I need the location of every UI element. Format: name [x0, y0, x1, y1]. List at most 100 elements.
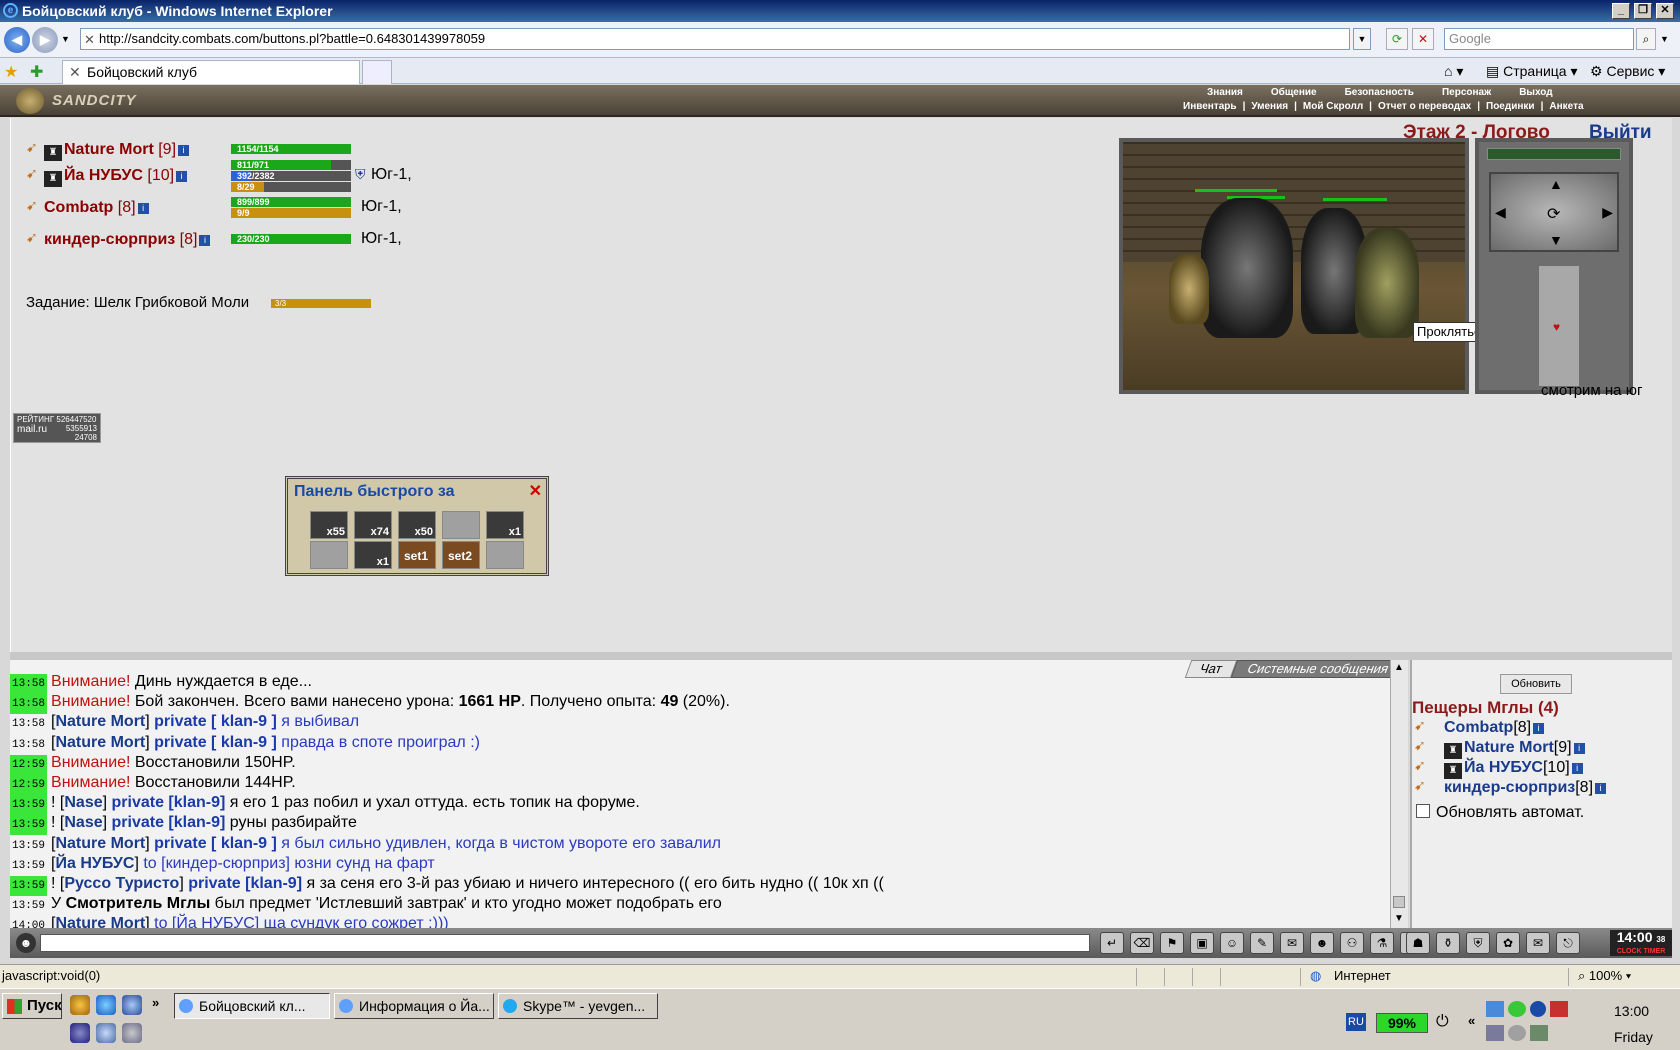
menu-item-4[interactable]: Выход [1516, 87, 1555, 98]
exit-icon[interactable]: ⎋ [1556, 932, 1580, 954]
drink-icon[interactable]: ⚗ [1370, 932, 1394, 954]
info-icon[interactable]: i [1595, 783, 1607, 794]
text-icon[interactable]: ✎ [1250, 932, 1274, 954]
refresh-button[interactable]: Обновить [1500, 674, 1572, 694]
enter-icon[interactable]: ↵ [1100, 932, 1124, 954]
close-button[interactable]: ✕ [1656, 3, 1674, 19]
move-forward-arrow-icon[interactable]: ▲ [1549, 176, 1563, 192]
menu-item-6[interactable]: Умения [1248, 101, 1291, 112]
maximize-button[interactable]: ❐ [1634, 3, 1652, 19]
move-back-arrow-icon[interactable]: ▼ [1549, 232, 1563, 248]
history-dropdown-icon[interactable]: ▼ [61, 34, 70, 44]
tab-system-messages[interactable]: Системные сообщения [1230, 660, 1400, 678]
tools-menu[interactable]: ⚙ Сервис ▾ [1590, 62, 1665, 80]
player-name[interactable]: киндер-сюрприз [1444, 779, 1575, 796]
party-member[interactable]: ➹ ♜ Йа НУБУС [10] i [26, 166, 188, 192]
quick-slot[interactable]: x74 [354, 511, 392, 539]
chat-nick[interactable]: Nase [64, 794, 102, 811]
quick-slot[interactable]: x55 [310, 511, 348, 539]
player-name[interactable]: Nature Mort [64, 141, 154, 158]
attack-icon[interactable]: ➹ [26, 230, 44, 244]
taskbar-item-combats[interactable]: Бойцовский кл... [174, 993, 330, 1019]
location-player[interactable]: ➹ ♜ Йа НУБУС[10] i [1414, 758, 1583, 779]
tray-device-icon[interactable] [1530, 1025, 1548, 1041]
chat-divider[interactable] [10, 652, 1672, 660]
attack-icon[interactable]: ➹ [1414, 718, 1432, 732]
home-icon[interactable]: ⌂ ▾ [1444, 62, 1463, 80]
menu-item-7[interactable]: Мой Скролл [1300, 101, 1366, 112]
url-dropdown-icon[interactable]: ▼ [1353, 28, 1371, 50]
player-name[interactable]: Йа НУБУС [64, 167, 143, 184]
chat-private-tag[interactable]: private [ klan-9 ] [154, 835, 277, 852]
chat-nick[interactable]: Nature Mort [55, 713, 145, 730]
scroll-thumb[interactable] [1393, 896, 1405, 908]
party-member[interactable]: ➹ ♜ Nature Mort [9] i [26, 140, 190, 166]
quick-slot[interactable] [442, 511, 480, 539]
search-input[interactable]: Google [1444, 28, 1634, 50]
shield-icon[interactable]: ⛨ [1466, 932, 1490, 954]
quick-slot[interactable]: x50 [398, 511, 436, 539]
save-icon[interactable]: ▣ [1190, 932, 1214, 954]
quick-slot[interactable]: x1 [354, 541, 392, 569]
location-player[interactable]: ➹ киндер-сюрприз[8] i [1414, 778, 1607, 798]
quicklaunch-desktop-icon[interactable] [122, 995, 142, 1015]
filter-icon[interactable]: ⚑ [1160, 932, 1184, 954]
info-icon[interactable]: i [178, 145, 190, 156]
info-icon[interactable]: i [1573, 743, 1585, 754]
emoticon-icon[interactable]: ☻ [1310, 932, 1334, 954]
network-icon[interactable] [1486, 1001, 1504, 1017]
chat-scrollbar[interactable]: ▲ ▼ [1390, 660, 1408, 928]
chat-private-tag[interactable]: private [ klan-9 ] [154, 734, 277, 751]
taskbar-item-skype[interactable]: Skype™ - yevgen... [498, 993, 658, 1019]
stop-icon[interactable]: ✕ [1412, 28, 1434, 50]
quicklaunch-save-icon[interactable] [70, 1023, 90, 1043]
chat-input[interactable] [40, 934, 1090, 952]
player-name[interactable]: Nature Mort [1464, 739, 1554, 756]
movement-compass[interactable]: ▲ ◀ ▶ ▼ ⟳ [1489, 172, 1619, 252]
player-name[interactable]: киндер-сюрприз [44, 231, 175, 248]
player-name[interactable]: Йа НУБУС [1464, 759, 1543, 776]
monster-creature[interactable] [1355, 228, 1419, 338]
auto-refresh-option[interactable]: Обновлять автомат. [1416, 804, 1584, 822]
minimize-button[interactable]: _ [1612, 3, 1630, 19]
smile-man-icon[interactable]: ☺ [1220, 932, 1244, 954]
favorites-star-icon[interactable]: ★ [4, 62, 18, 82]
volume-icon[interactable] [1508, 1025, 1526, 1041]
location-player[interactable]: ➹ ♜ Nature Mort[9] i [1414, 738, 1585, 759]
taskbar-item-info[interactable]: Информация о Йа... [334, 993, 494, 1019]
quick-slot[interactable]: x1 [486, 511, 524, 539]
info-icon[interactable]: i [199, 235, 211, 246]
refresh-location-icon[interactable]: ⟳ [1547, 204, 1560, 224]
scroll-up-icon[interactable]: ▲ [1394, 662, 1404, 673]
messenger-icon[interactable] [1508, 1001, 1526, 1017]
chat-private-tag[interactable]: private [klan-9] [112, 794, 226, 811]
attack-icon[interactable]: ➹ [1414, 778, 1432, 792]
gift-icon[interactable]: ✿ [1496, 932, 1520, 954]
mail-icon[interactable]: ✉ [1526, 932, 1550, 954]
quick-slot[interactable]: set1 [398, 541, 436, 569]
info-icon[interactable]: i [137, 203, 149, 214]
info-icon[interactable]: i [1533, 723, 1545, 734]
forward-button[interactable]: ▶ [32, 27, 58, 53]
start-button[interactable]: Пуск [2, 993, 62, 1019]
quick-slot[interactable] [486, 541, 524, 569]
battle-scene[interactable] [1119, 138, 1469, 394]
chat-private-tag[interactable]: private [klan-9] [188, 875, 302, 892]
chat-nick[interactable]: Nature Mort [55, 835, 145, 852]
quicklaunch-tool-icon[interactable] [96, 1023, 116, 1043]
scroll-icon[interactable]: ✉ [1280, 932, 1304, 954]
attack-icon[interactable]: ➹ [1414, 738, 1432, 752]
search-icon[interactable]: ⌕ [1636, 28, 1656, 50]
tray-app-icon[interactable] [1550, 1001, 1568, 1017]
battery-indicator[interactable]: 99% [1376, 1013, 1428, 1033]
new-tab-button[interactable] [362, 60, 392, 84]
quicklaunch-ie-icon[interactable] [96, 995, 116, 1015]
auto-refresh-checkbox[interactable] [1416, 804, 1430, 818]
mailru-rating-counter[interactable]: РЕЙТИНГ 526447520 mail.ru 5355913 24708 [13, 413, 101, 443]
quick-slot[interactable]: set2 [442, 541, 480, 569]
eraser-icon[interactable]: ⌫ [1130, 932, 1154, 954]
zoom-control[interactable]: ⌕ 100% ▾ [1578, 965, 1631, 987]
tray-expand-icon[interactable]: « [1468, 1013, 1475, 1028]
refresh-icon[interactable]: ⟳ [1386, 28, 1408, 50]
info-icon[interactable]: i [1571, 763, 1583, 774]
